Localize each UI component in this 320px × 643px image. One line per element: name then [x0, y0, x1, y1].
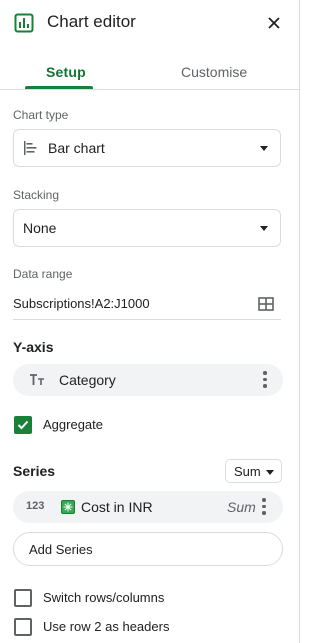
chevron-down-icon — [260, 226, 268, 231]
aggregate-label: Aggregate — [43, 417, 103, 432]
use-row-headers-label: Use row 2 as headers — [43, 619, 170, 634]
tab-setup[interactable]: Setup — [46, 64, 86, 80]
add-series-label: Add Series — [29, 542, 93, 557]
chart-type-label: Chart type — [13, 108, 69, 122]
series-item[interactable]: 123 Cost in INR Sum — [13, 491, 283, 523]
chart-editor-panel: Chart editor Setup Customise Chart type … — [0, 0, 300, 643]
series-item-aggregation: Sum — [227, 499, 256, 515]
chart-editor-title: Chart editor — [47, 12, 136, 31]
chart-editor-icon — [14, 13, 34, 33]
y-axis-title: Y-axis — [13, 339, 54, 355]
select-range-grid-icon[interactable] — [258, 296, 274, 312]
text-type-icon — [30, 374, 44, 385]
switch-rows-columns-checkbox[interactable] — [14, 589, 32, 607]
series-aggregation-dropdown[interactable]: Sum — [225, 459, 282, 483]
checkmark-icon — [17, 420, 29, 430]
tabs-divider — [0, 89, 299, 90]
stacking-label: Stacking — [13, 188, 60, 202]
aggregate-checkbox[interactable] — [14, 416, 32, 434]
stacking-dropdown[interactable]: None — [13, 209, 281, 247]
series-color-icon — [61, 500, 75, 514]
chevron-down-icon — [260, 146, 268, 151]
chart-editor-header: Chart editor — [0, 0, 299, 48]
close-button[interactable] — [263, 12, 285, 34]
more-options-icon[interactable] — [262, 498, 266, 516]
chevron-down-icon — [266, 470, 274, 475]
close-icon — [268, 17, 280, 29]
y-axis-chip-label: Category — [59, 372, 116, 388]
chart-type-dropdown[interactable]: Bar chart — [13, 129, 281, 167]
data-range-label: Data range — [13, 267, 73, 281]
number-type-icon: 123 — [26, 500, 45, 512]
bar-chart-icon — [24, 141, 37, 155]
data-range-input[interactable]: Subscriptions!A2:J1000 — [13, 296, 150, 311]
data-range-underline — [13, 319, 281, 320]
use-row-headers-checkbox[interactable] — [14, 618, 32, 636]
more-options-icon[interactable] — [263, 371, 267, 389]
switch-rows-columns-label: Switch rows/columns — [43, 590, 165, 605]
stacking-value: None — [23, 220, 57, 236]
add-series-button[interactable]: Add Series — [13, 532, 283, 566]
series-aggregation-value: Sum — [234, 464, 261, 479]
series-item-label: Cost in INR — [81, 499, 153, 515]
y-axis-category-chip[interactable]: Category — [13, 364, 283, 396]
tab-customise[interactable]: Customise — [181, 64, 247, 80]
series-title: Series — [13, 463, 56, 479]
chart-type-value: Bar chart — [48, 140, 105, 156]
